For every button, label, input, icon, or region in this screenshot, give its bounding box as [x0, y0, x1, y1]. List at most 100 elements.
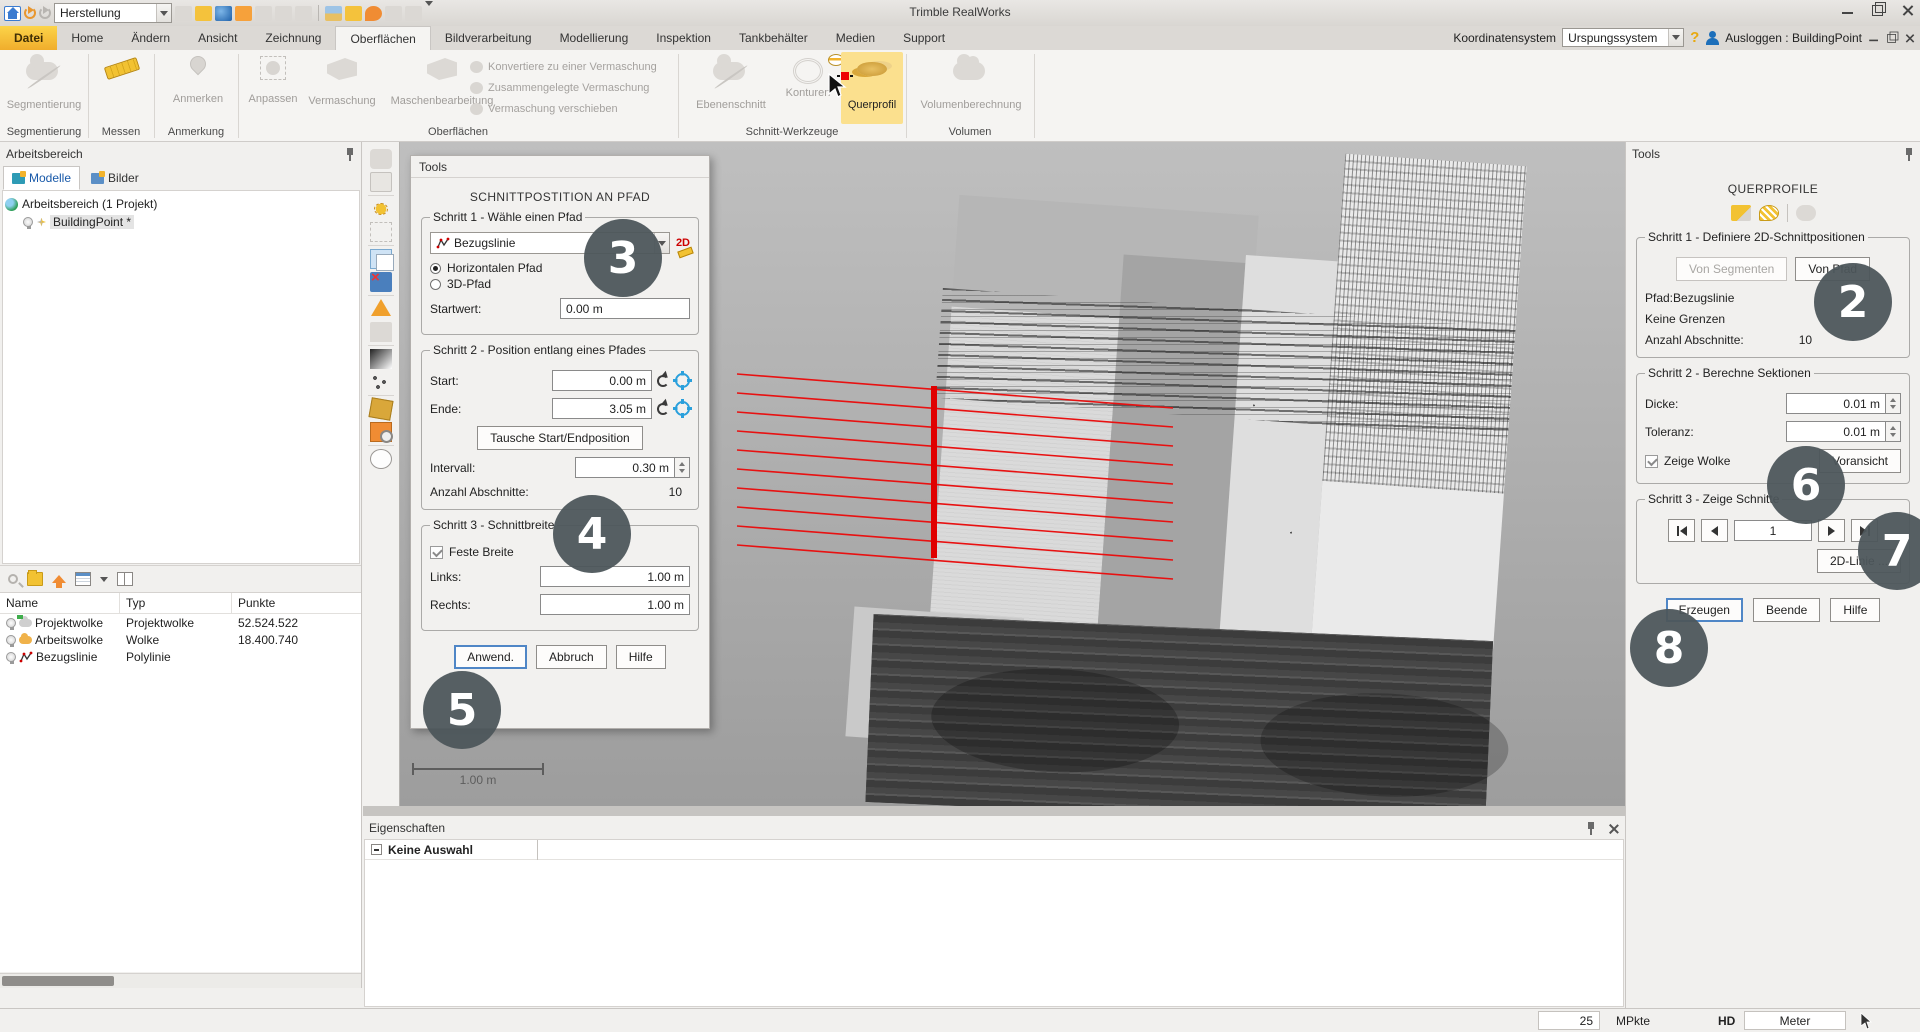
messen-button[interactable] [94, 52, 152, 114]
template-dropdown[interactable]: Herstellung [54, 3, 172, 23]
view-list-icon[interactable] [75, 572, 91, 586]
selection-row[interactable]: Keine Auswahl [365, 840, 1623, 860]
dicke-spinner[interactable] [1886, 393, 1901, 414]
image-zoom-icon[interactable] [370, 422, 392, 442]
horizontal-scrollbar[interactable] [0, 973, 361, 988]
intervall-input[interactable]: 0.30 m [575, 457, 675, 478]
point-density-input[interactable]: 25 [1538, 1011, 1600, 1030]
tab-zeichnung[interactable]: Zeichnung [251, 26, 335, 50]
pan-tool-icon[interactable] [370, 149, 392, 169]
next-section-button[interactable] [1818, 519, 1845, 542]
logout-label[interactable]: Ausloggen : BuildingPoint [1725, 31, 1862, 45]
up-arrow-icon[interactable] [52, 575, 66, 583]
globe-icon[interactable] [215, 6, 232, 21]
radio-horizontal-path[interactable] [430, 263, 441, 274]
scrollbar-thumb[interactable] [2, 976, 114, 986]
tab-modellierung[interactable]: Modellierung [546, 26, 643, 50]
toleranz-input[interactable]: 0.01 m [1786, 421, 1886, 442]
zusammengelegte-vermaschung-button[interactable]: Zusammengelegte Vermaschung [470, 77, 657, 98]
pick-end-icon[interactable] [675, 401, 690, 416]
doc-restore-button[interactable] [1887, 33, 1897, 43]
beende-button[interactable]: Beende [1753, 598, 1820, 622]
open-icon[interactable] [175, 6, 192, 21]
links-input[interactable]: 1.00 m [540, 566, 690, 587]
startwert-input[interactable]: 0.00 m [560, 298, 690, 319]
ebenenschnitt-button[interactable]: Ebenenschnitt [686, 52, 776, 114]
layers-icon[interactable] [370, 249, 392, 269]
von-segmenten-button[interactable]: Von Segmenten [1676, 257, 1787, 281]
table-header[interactable]: Name Typ Punkte [0, 593, 361, 614]
search-icon[interactable] [195, 6, 212, 21]
tab-home[interactable]: Home [57, 26, 117, 50]
anmerken-button[interactable]: Anmerken [160, 52, 236, 114]
tab-oberflaechen[interactable]: Oberflächen [335, 26, 430, 50]
tab-datei[interactable]: Datei [0, 26, 57, 50]
pick-start-icon[interactable] [675, 373, 690, 388]
tab-bilder[interactable]: Bilder [82, 166, 148, 190]
anpassen-button[interactable]: Anpassen [243, 52, 303, 114]
cancel-button[interactable]: Abbruch [536, 645, 607, 669]
swap-start-end-button[interactable]: Tausche Start/Endposition [477, 426, 642, 450]
station-icon[interactable] [325, 6, 342, 21]
dialog-title[interactable]: Tools [411, 156, 709, 178]
horizontal-splitter[interactable] [363, 806, 1625, 816]
toleranz-spinner[interactable] [1886, 421, 1901, 442]
intervall-spinner[interactable] [675, 457, 690, 478]
first-section-button[interactable] [1668, 519, 1695, 542]
bulb-icon[interactable] [6, 618, 16, 628]
close-button[interactable] [1902, 4, 1914, 16]
tab-aendern[interactable]: Ändern [117, 26, 184, 50]
rechts-input[interactable]: 1.00 m [540, 594, 690, 615]
report-icon[interactable] [295, 6, 312, 21]
view-dropdown-icon[interactable] [100, 577, 108, 582]
zeige-wolke-checkbox[interactable] [1645, 455, 1658, 468]
konvertiere-vermaschung-button[interactable]: Konvertiere zu einer Vermaschung [470, 56, 657, 77]
coordinate-system-dropdown[interactable]: Urspungssystem [1562, 28, 1684, 47]
page-view-icon[interactable] [370, 172, 392, 192]
feste-breite-checkbox[interactable] [430, 546, 443, 559]
segmentierung-button[interactable]: Segmentierung [4, 52, 84, 114]
start-input[interactable]: 0.00 m [552, 370, 652, 391]
save-icon[interactable] [255, 6, 272, 21]
gradient-display-icon[interactable] [370, 349, 392, 369]
tab-bildverarbeitung[interactable]: Bildverarbeitung [431, 26, 546, 50]
pin-icon[interactable] [1586, 821, 1596, 835]
search-icon[interactable] [8, 574, 18, 584]
reset-start-icon[interactable] [657, 375, 669, 387]
table-row[interactable]: Bezugslinie Polylinie [0, 648, 361, 665]
new-folder-icon[interactable] [27, 572, 43, 586]
restore-button[interactable] [1872, 4, 1884, 16]
tab-support[interactable]: Support [889, 26, 959, 50]
pin-icon[interactable] [1904, 147, 1914, 161]
tab-medien[interactable]: Medien [822, 26, 889, 50]
collapse-icon[interactable] [371, 844, 382, 855]
radio-3d-path[interactable] [430, 279, 441, 290]
pin-marker-icon[interactable] [365, 6, 382, 21]
tools-icon[interactable] [345, 6, 362, 21]
close-panel-icon[interactable] [1608, 823, 1619, 834]
display-error-icon[interactable] [370, 272, 392, 292]
cube-icon[interactable] [368, 397, 393, 421]
help-icon[interactable]: ? [1690, 29, 1699, 46]
reset-end-icon[interactable] [657, 403, 669, 415]
undo-icon[interactable] [24, 7, 36, 19]
tab-inspektion[interactable]: Inspektion [642, 26, 725, 50]
camera-icon[interactable] [235, 6, 252, 21]
sampling-icon[interactable] [370, 372, 392, 392]
tree-item-workspace[interactable]: Arbeitsbereich (1 Projekt) [5, 195, 357, 213]
minimize-button[interactable] [1842, 4, 1854, 16]
qat-overflow-icon[interactable] [425, 6, 433, 20]
brush-icon[interactable] [385, 6, 402, 21]
doc-minimize-button[interactable] [1869, 33, 1879, 43]
previous-section-button[interactable] [1701, 519, 1728, 542]
tab-ansicht[interactable]: Ansicht [184, 26, 251, 50]
edit-2d-icon[interactable]: 2D [676, 237, 690, 249]
hatch-section-icon[interactable] [1759, 205, 1779, 221]
viewport-3d[interactable]: 1.00 m Tools SCHNITTPOSTITION AN PFAD Sc… [400, 142, 1625, 806]
doc-close-button[interactable] [1905, 33, 1915, 43]
vermaschung-verschieben-button[interactable]: Vermaschung verschieben [470, 98, 657, 119]
disc-icon[interactable] [405, 6, 422, 21]
tab-tankbehaelter[interactable]: Tankbehälter [725, 26, 822, 50]
columns-icon[interactable] [117, 572, 133, 586]
volumenberechnung-button[interactable]: Volumenberechnung [910, 52, 1032, 114]
